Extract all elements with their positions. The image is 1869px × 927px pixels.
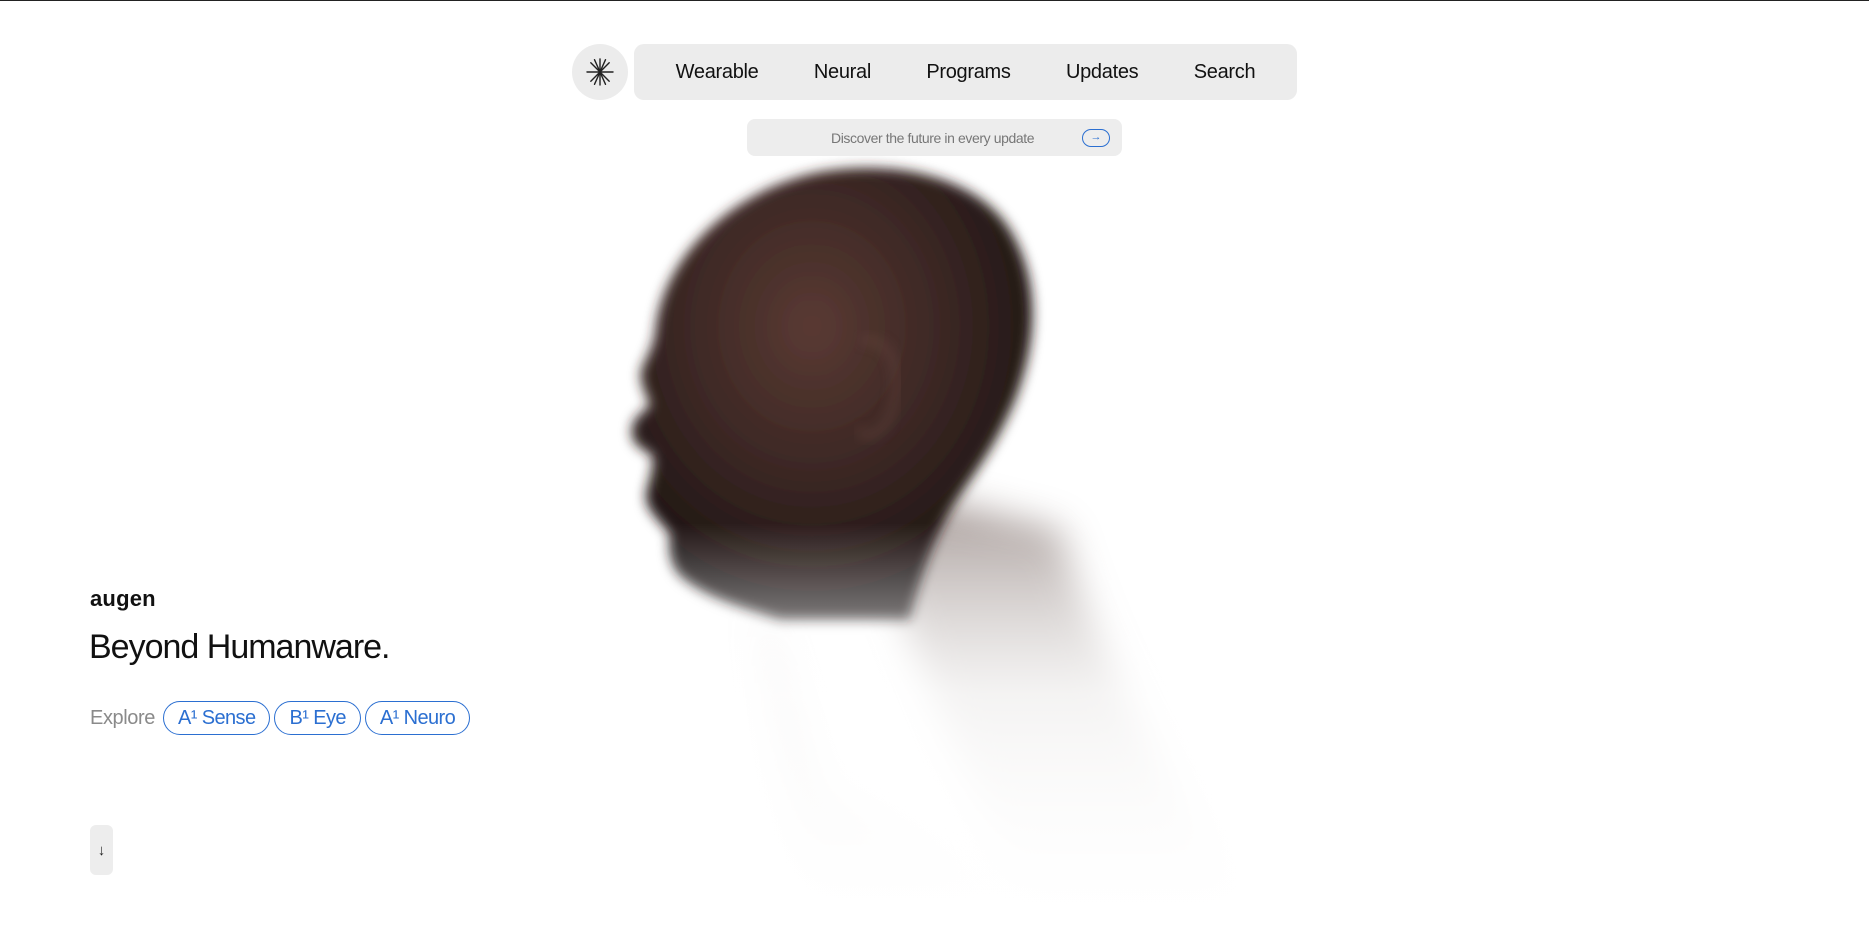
- promo-text: Discover the future in every update: [831, 129, 1035, 146]
- nav-item-search[interactable]: Search: [1194, 61, 1256, 84]
- arrow-down-icon: ↓: [97, 841, 106, 859]
- pill-a1-sense[interactable]: A¹ Sense: [163, 701, 271, 735]
- brand-name: augen: [90, 586, 156, 611]
- arrow-right-icon[interactable]: →: [1082, 129, 1110, 147]
- asterisk-burst-icon: [586, 58, 614, 86]
- explore-label: Explore: [90, 706, 156, 729]
- promo-banner[interactable]: Discover the future in every update →: [747, 119, 1122, 156]
- logo-button[interactable]: [572, 44, 628, 100]
- pill-a1-neuro[interactable]: A¹ Neuro: [364, 701, 471, 735]
- hero-headline: Beyond Humanware.: [89, 628, 391, 666]
- pill-b1-eye[interactable]: B¹ Eye: [274, 701, 361, 735]
- scroll-down-button[interactable]: ↓: [90, 825, 113, 875]
- nav-item-updates[interactable]: Updates: [1066, 61, 1139, 84]
- main-nav: Wearable Neural Programs Updates Search: [634, 44, 1297, 100]
- nav-item-programs[interactable]: Programs: [926, 61, 1011, 84]
- explore-row: Explore A¹ Sense B¹ Eye A¹ Neuro: [90, 701, 471, 735]
- nav-item-wearable[interactable]: Wearable: [676, 61, 759, 84]
- top-border-line: [0, 0, 1869, 1]
- nav-item-neural[interactable]: Neural: [814, 61, 871, 84]
- hero-portrait-image: [560, 150, 1380, 927]
